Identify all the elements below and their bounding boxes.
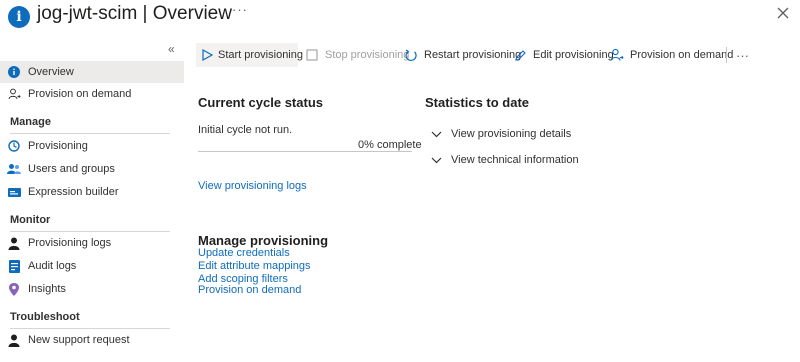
blade-header: i jog-jwt-scim | Overview ··· (0, 0, 800, 36)
user-provision-icon (0, 88, 28, 101)
chevron-down-icon (431, 131, 447, 138)
command-bar: Start provisioning Stop provisioning Res… (196, 43, 800, 67)
statistics-heading: Statistics to date (425, 95, 530, 110)
cycle-status-message: Initial cycle not run. (198, 124, 293, 136)
button-label: Stop provisioning (325, 49, 410, 61)
provision-on-demand-link[interactable]: Provision on demand (198, 284, 301, 296)
section-heading-monitor: Monitor (10, 214, 51, 226)
sidebar-item-label: Users and groups (28, 163, 115, 175)
sidebar-item-label: New support request (28, 334, 130, 346)
sidebar-item-provisioning[interactable]: Provisioning (0, 135, 184, 157)
person-log-icon (0, 237, 28, 250)
sidebar-item-label: Provisioning (28, 140, 88, 152)
view-technical-information-expander[interactable]: View technical information (431, 154, 579, 166)
progress-percent-label: 0% complete (358, 139, 422, 151)
sidebar-item-insights[interactable]: Insights (0, 278, 184, 300)
sidebar-item-audit-logs[interactable]: Audit logs (0, 255, 184, 277)
section-heading-manage: Manage (10, 116, 51, 128)
expression-icon (0, 187, 28, 198)
provision-on-demand-button[interactable]: Provision on demand (609, 43, 733, 67)
progress-bar (198, 151, 412, 152)
start-provisioning-button[interactable]: Start provisioning (196, 43, 303, 67)
button-label: Start provisioning (218, 49, 303, 61)
close-icon[interactable] (774, 4, 792, 22)
pencil-icon (512, 47, 528, 63)
expander-label: View technical information (451, 154, 579, 166)
support-icon (0, 334, 28, 347)
collapse-sidebar-icon[interactable]: « (168, 42, 175, 56)
section-heading-troubleshoot: Troubleshoot (10, 311, 80, 323)
sidebar-item-label: Insights (28, 283, 66, 295)
sidebar-item-label: Overview (28, 66, 74, 78)
page-name: Overview (152, 3, 232, 24)
insights-icon (0, 282, 28, 296)
play-icon (201, 47, 213, 63)
users-icon (0, 163, 28, 175)
view-provisioning-details-expander[interactable]: View provisioning details (431, 128, 571, 140)
audit-log-icon (0, 259, 28, 273)
sidebar-item-label: Provision on demand (28, 88, 132, 100)
edit-provisioning-button[interactable]: Edit provisioning (512, 43, 614, 67)
stop-provisioning-button[interactable]: Stop provisioning (304, 43, 409, 67)
stop-icon (304, 47, 320, 63)
page-title: jog-jwt-scim | Overview (37, 3, 232, 25)
user-provision-icon (609, 47, 625, 63)
provisioning-icon (0, 140, 28, 152)
sidebar: « Overview Provision on demand Manage Pr… (0, 40, 186, 362)
sidebar-item-label: Provisioning logs (28, 237, 112, 249)
sidebar-item-users-and-groups[interactable]: Users and groups (0, 158, 184, 180)
sidebar-item-new-support-request[interactable]: New support request (0, 329, 184, 351)
more-commands-icon[interactable]: ··· (736, 43, 749, 67)
info-icon (0, 66, 28, 78)
toolbar-divider (726, 47, 727, 63)
button-label: Restart provisioning (424, 49, 522, 61)
chevron-down-icon (431, 157, 447, 164)
sidebar-item-expression-builder[interactable]: Expression builder (0, 181, 184, 203)
update-credentials-link[interactable]: Update credentials (198, 247, 290, 259)
view-provisioning-logs-link[interactable]: View provisioning logs (198, 180, 307, 192)
button-label: Edit provisioning (533, 49, 614, 61)
restart-icon (403, 47, 419, 63)
sidebar-item-provision-on-demand[interactable]: Provision on demand (0, 83, 184, 105)
manage-provisioning-heading: Manage provisioning (198, 233, 329, 248)
divider (10, 133, 170, 134)
sidebar-item-overview[interactable]: Overview (0, 61, 184, 83)
restart-provisioning-button[interactable]: Restart provisioning (403, 43, 521, 67)
sidebar-item-provisioning-logs[interactable]: Provisioning logs (0, 232, 184, 254)
sidebar-item-label: Audit logs (28, 260, 77, 272)
expander-label: View provisioning details (451, 128, 572, 140)
edit-attribute-mappings-link[interactable]: Edit attribute mappings (198, 260, 311, 272)
info-app-icon: i (8, 6, 30, 28)
sidebar-item-label: Expression builder (28, 186, 119, 198)
more-options-icon[interactable]: ··· (232, 2, 248, 17)
title-separator: | (137, 3, 153, 24)
app-name: jog-jwt-scim (37, 3, 138, 24)
current-cycle-heading: Current cycle status (198, 95, 323, 110)
button-label: Provision on demand (630, 49, 734, 61)
